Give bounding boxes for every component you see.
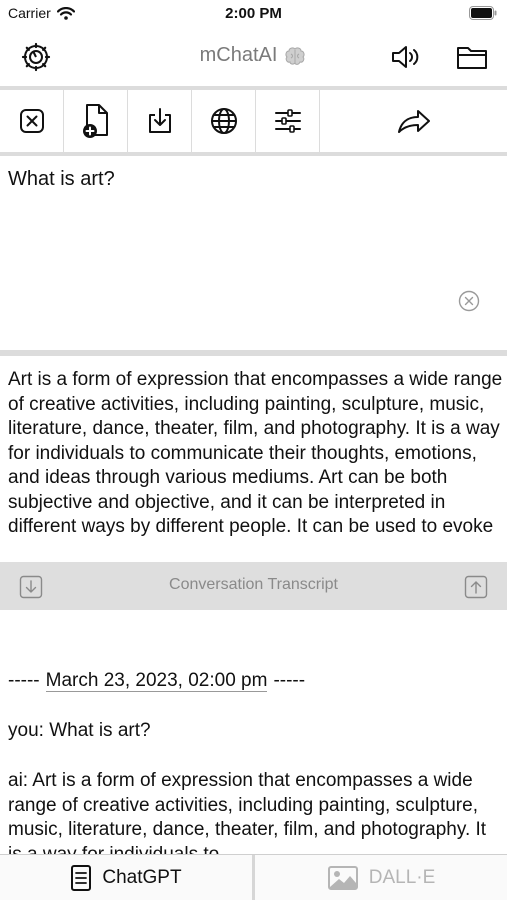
status-time: 2:00 PM [225, 5, 282, 22]
transcript-panel[interactable]: ----- March 23, 2023, 02:00 pm ----- you: … [0, 610, 507, 854]
prompt-input[interactable]: What is art? [0, 156, 507, 350]
transcript-bar: Conversation Transcript [0, 562, 507, 610]
clear-icon [19, 109, 44, 133]
folder-icon [457, 47, 487, 69]
speaker-icon [392, 46, 419, 68]
close-circle-icon [458, 290, 480, 312]
new-document-icon [82, 104, 108, 138]
clear-prompt-button[interactable] [458, 290, 480, 312]
document-icon [71, 864, 92, 891]
new-document-button[interactable] [64, 90, 128, 152]
tab-bar: ChatGPT DALL·E [0, 854, 507, 900]
arrow-up-square-icon [464, 575, 488, 599]
download-button[interactable] [128, 90, 192, 152]
tab-chatgpt-label: ChatGPT [102, 866, 182, 888]
transcript-date-line: ----- March 23, 2023, 02:00 pm ----- [8, 670, 305, 692]
download-icon [148, 108, 171, 133]
tab-chatgpt[interactable]: ChatGPT [0, 855, 252, 900]
app-title-text: mChatAI [199, 44, 278, 66]
sliders-icon [274, 109, 301, 133]
prompt-text[interactable]: What is art? [8, 168, 115, 191]
dash-right: ----- [273, 670, 306, 691]
nav-bar: mChatAI [0, 28, 507, 86]
toolbar [0, 90, 507, 152]
response-panel[interactable]: Art is a form of expression that encompa… [0, 356, 507, 562]
globe-button[interactable] [192, 90, 256, 152]
share-arrow-icon [397, 110, 430, 133]
transcript-date[interactable]: March 23, 2023, 02:00 pm [45, 670, 268, 692]
photo-icon [327, 865, 358, 890]
transcript-title: Conversation Transcript [169, 576, 338, 593]
battery-icon [469, 6, 497, 20]
transcript-ai-message: ai: Art is a form of expression that enc… [8, 770, 487, 854]
response-text: Art is a form of expression that encompa… [8, 369, 503, 537]
dash-left: ----- [8, 670, 40, 691]
tab-dalle-label: DALL·E [368, 866, 436, 888]
status-bar: Carrier 2:00 PM [0, 0, 507, 28]
scroll-up-button[interactable] [464, 575, 488, 599]
speaker-button[interactable] [389, 40, 423, 74]
globe-icon [210, 108, 237, 134]
folder-button[interactable] [455, 40, 489, 74]
settings-sliders-button[interactable] [256, 90, 320, 152]
share-button[interactable] [320, 90, 507, 152]
app-title: mChatAI [0, 44, 507, 67]
clear-button[interactable] [0, 90, 64, 152]
tab-dalle[interactable]: DALL·E [255, 855, 507, 900]
brain-icon [285, 46, 305, 65]
transcript-user-message: you: What is art? [8, 720, 151, 741]
